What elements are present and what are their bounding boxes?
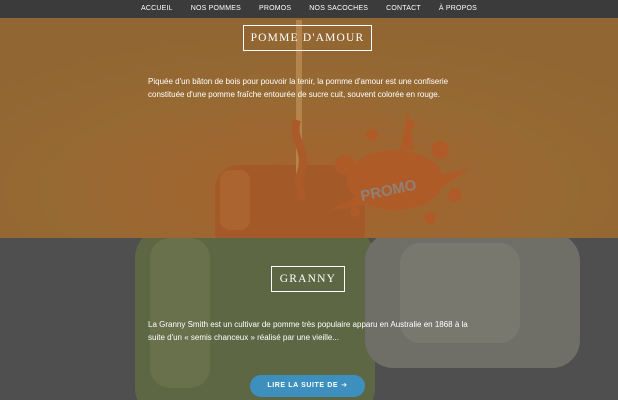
arrow-right-icon: ➔ — [341, 382, 348, 389]
promo-badge: PROMO — [359, 177, 418, 205]
nav-item-accueil[interactable]: ACCUEIL — [132, 0, 182, 18]
nav-item-nos-sacoches[interactable]: NOS SACOCHES — [300, 0, 377, 18]
granny-section-description: La Granny Smith est un cultivar de pomme… — [148, 320, 468, 342]
nav-item-nos-pommes[interactable]: NOS POMMES — [182, 0, 250, 18]
nav-item-promos[interactable]: PROMOS — [250, 0, 300, 18]
granny-section-title: GRANNY — [271, 266, 345, 292]
apple-section-description: Piquée d'un bâton de bois pour pouvoir l… — [148, 77, 449, 99]
top-navigation: ACCUEIL NOS POMMES PROMOS NOS SACOCHES C… — [0, 0, 618, 18]
page: ACCUEIL NOS POMMES PROMOS NOS SACOCHES C… — [0, 0, 618, 400]
nav-item-a-propos[interactable]: À PROPOS — [430, 0, 486, 18]
nav-item-contact[interactable]: CONTACT — [377, 0, 430, 18]
read-more-button[interactable]: LIRE LA SUITE DE ➔ — [250, 375, 365, 397]
promo-badge-label: PROMO — [359, 177, 418, 205]
read-more-label: LIRE LA SUITE DE — [267, 382, 339, 389]
apple-section-title: POMME D'AMOUR — [243, 25, 372, 51]
